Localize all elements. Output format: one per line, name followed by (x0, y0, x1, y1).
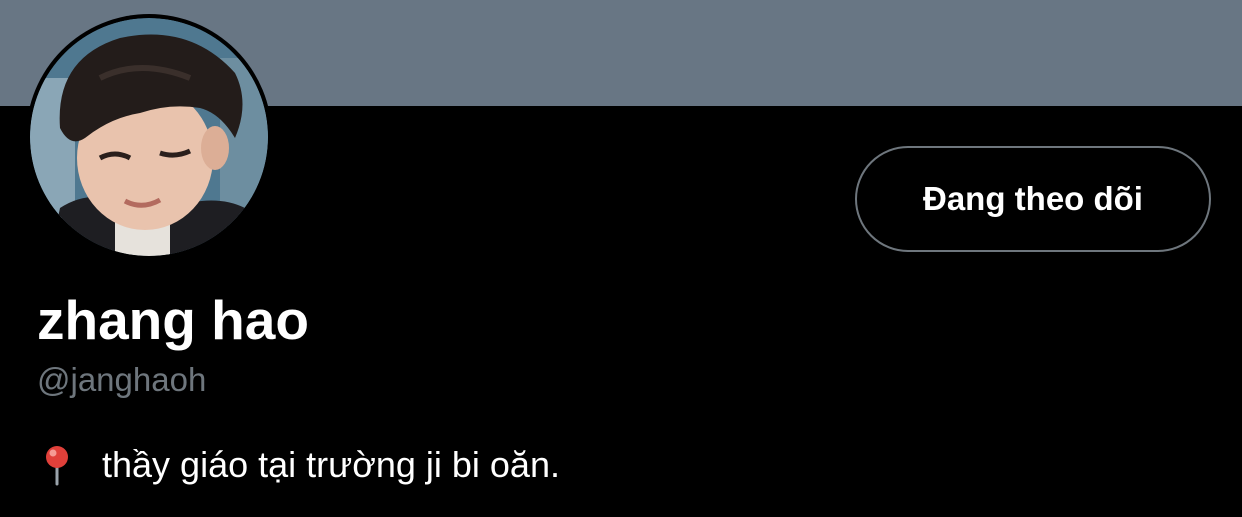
user-handle: @janghaoh (37, 361, 207, 398)
avatar-photo (30, 18, 268, 256)
following-button[interactable]: Đang theo dõi (855, 146, 1211, 252)
profile-header: Đang theo dõi zhang hao @janghaoh thầy g… (0, 0, 1242, 517)
profile-bio: thầy giáo tại trường ji bi oăn. (40, 440, 560, 490)
avatar[interactable] (26, 14, 272, 260)
round-pushpin-icon (46, 446, 68, 486)
bio-text: thầy giáo tại trường ji bi oăn. (102, 444, 560, 485)
display-name: zhang hao (37, 289, 309, 351)
